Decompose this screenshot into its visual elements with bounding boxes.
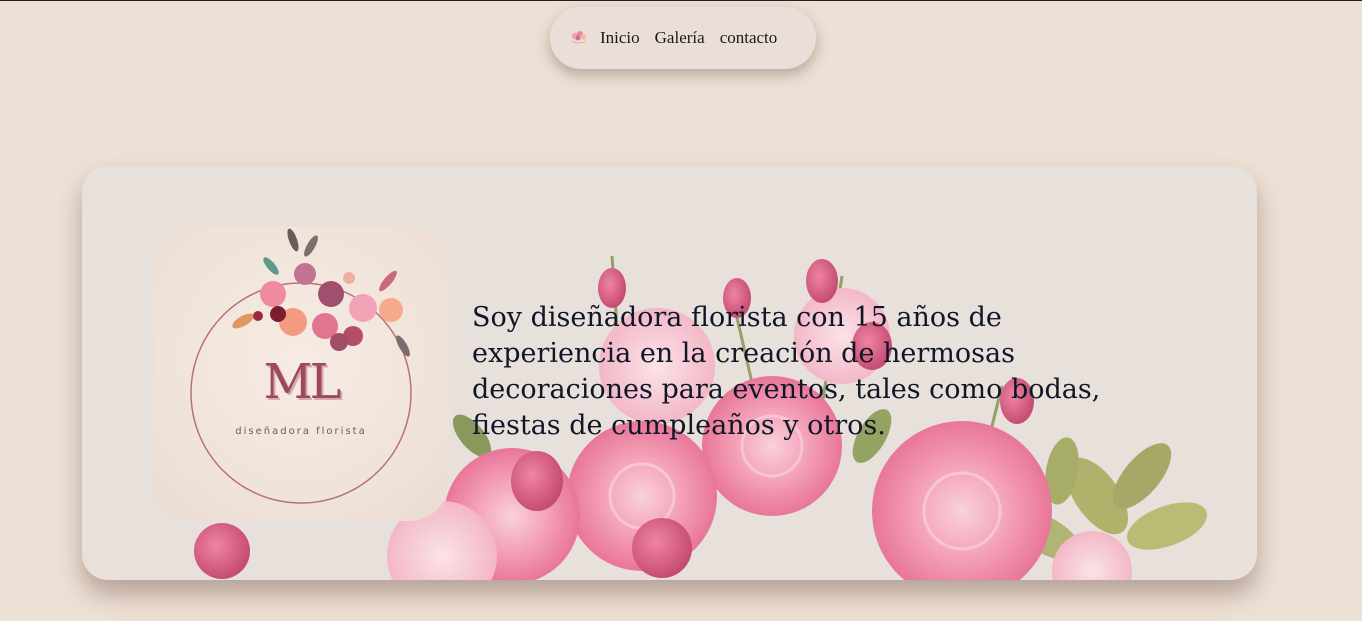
nav-link-inicio[interactable]: Inicio bbox=[600, 28, 640, 48]
intro-text: Soy diseñadora florista con 15 años de e… bbox=[472, 302, 1101, 441]
brand-logo: ML diseñadora florista bbox=[153, 226, 449, 521]
top-nav: Inicio Galería contacto bbox=[550, 7, 816, 69]
flower-logo-icon[interactable] bbox=[569, 28, 589, 48]
nav-link-contacto[interactable]: contacto bbox=[720, 28, 778, 48]
nav-link-galeria[interactable]: Galería bbox=[655, 28, 705, 48]
hero-card: ML diseñadora florista Soy diseñadora fl… bbox=[82, 166, 1257, 580]
logo-monogram: ML bbox=[263, 354, 341, 410]
logo-subtitle: diseñadora florista bbox=[235, 426, 367, 437]
